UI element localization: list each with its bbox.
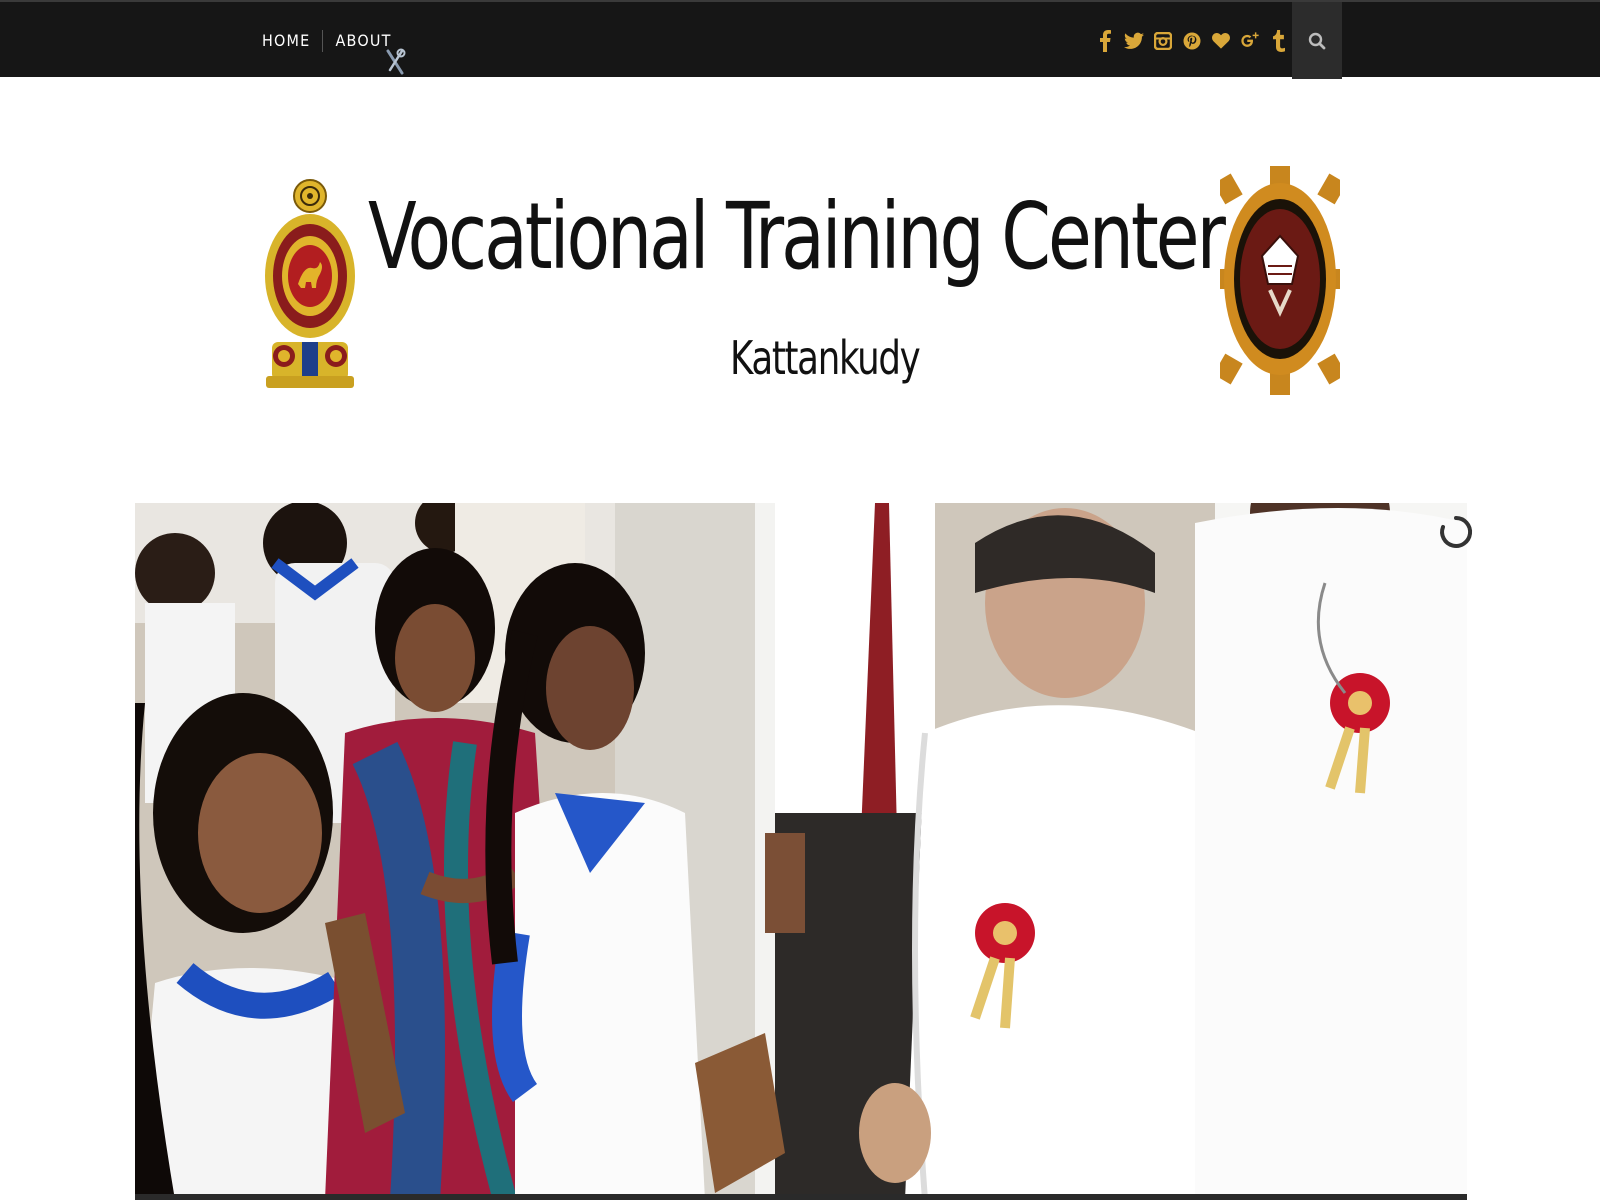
hero-bottom-bar — [135, 1194, 1467, 1200]
vta-gear-emblem-icon — [1220, 166, 1340, 395]
google-plus-icon[interactable] — [1240, 30, 1260, 52]
search-icon — [1308, 32, 1326, 49]
social-links — [1095, 2, 1289, 79]
site-title: Vocational Training Center — [368, 183, 1226, 290]
hero-slider-image[interactable] — [135, 503, 1467, 1200]
twitter-icon[interactable] — [1124, 30, 1144, 52]
sri-lanka-emblem-icon — [265, 179, 355, 388]
bloglovin-heart-icon[interactable] — [1211, 30, 1231, 52]
tumblr-icon[interactable] — [1269, 29, 1289, 52]
facebook-icon[interactable] — [1095, 29, 1115, 52]
customize-tools-icon[interactable] — [384, 48, 406, 76]
top-navbar: HOME ABOUT — [0, 0, 1600, 79]
slider-loading-spinner-icon — [1440, 515, 1473, 548]
main-nav: HOME ABOUT — [250, 2, 404, 79]
site-subtitle: Kattankudy — [730, 331, 921, 385]
pinterest-icon[interactable] — [1182, 30, 1202, 52]
site-header-logo[interactable]: Vocational Training Center Kattankudy — [262, 160, 1342, 410]
search-button[interactable] — [1292, 2, 1342, 79]
instagram-icon[interactable] — [1153, 30, 1173, 52]
nav-home[interactable]: HOME — [250, 30, 322, 52]
